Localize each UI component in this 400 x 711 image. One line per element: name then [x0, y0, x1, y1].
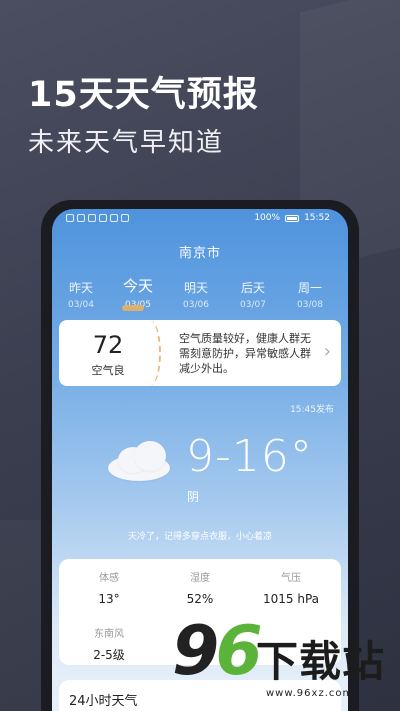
day-tab-after-tomorrow[interactable]: 后天 03/07 [233, 279, 273, 310]
status-bar: 100% 15:52 [52, 213, 348, 229]
city-name[interactable]: 南京市 [52, 242, 348, 261]
chevron-right-icon: › [323, 341, 331, 362]
aqi-description: 空气质量较好，健康人群无需刻意防护，异常敏感人群减少外出。 [179, 332, 311, 375]
publish-time: 15:45发布 [290, 405, 334, 415]
temperature-range: 9-16° [186, 431, 313, 482]
stat-humidity: 湿度 52% [155, 569, 245, 606]
day-name: 昨天 [68, 281, 93, 295]
day-name: 今天 [122, 277, 153, 295]
stat-label: 气压 [281, 573, 301, 584]
stat-label: 东南风 [94, 629, 124, 640]
watermark-text: 下载站 [256, 637, 386, 686]
day-tab-tomorrow[interactable]: 明天 03/06 [176, 279, 216, 310]
cloud-icon [108, 441, 178, 481]
stat-value: 2-5级 [93, 648, 125, 662]
day-date: 03/04 [68, 300, 94, 310]
day-name: 明天 [183, 281, 208, 295]
stat-label: 体感 [99, 573, 119, 584]
stat-feels-like: 体感 13° [64, 569, 154, 606]
battery-icon [285, 214, 300, 222]
day-date: 03/06 [183, 300, 209, 310]
day-tab-monday[interactable]: 周一 03/08 [290, 279, 330, 310]
day-name: 周一 [297, 281, 322, 295]
promo-title: 15天天气预报 [28, 75, 259, 115]
stat-label: 湿度 [190, 573, 210, 584]
air-quality-card[interactable]: 72 空气良 空气质量较好，健康人群无需刻意防护，异常敏感人群减少外出。 › [59, 320, 341, 386]
day-date: 03/07 [240, 300, 266, 310]
watermark-url: www.96xz.com [266, 688, 354, 699]
day-tab-yesterday[interactable]: 昨天 03/04 [61, 279, 101, 310]
status-time: 15:52 [304, 213, 330, 223]
aqi-gauge [139, 320, 161, 386]
stat-value: 13° [98, 592, 120, 606]
day-date: 03/08 [297, 300, 323, 310]
aqi-value: 72 [92, 331, 124, 359]
hourly-title: 24小时天气 [69, 694, 138, 709]
notification-icon [66, 214, 74, 222]
stat-value: 52% [186, 592, 214, 606]
watermark-number: 96 [172, 612, 263, 691]
notification-icon [77, 214, 85, 222]
notification-icon [121, 214, 129, 222]
battery-percent: 100% [254, 213, 281, 223]
notification-icon [110, 214, 118, 222]
watermark-logo: 96 下载站 www.96xz.com [172, 612, 400, 711]
stat-pressure: 气压 1015 hPa [246, 569, 336, 606]
weather-tip: 天冷了，记得多穿点衣服，小心着凉 [127, 532, 272, 542]
day-name: 后天 [240, 281, 265, 295]
notification-icon [88, 214, 96, 222]
notification-icons [66, 214, 129, 222]
stat-wind: 东南风 2-5级 [64, 625, 154, 663]
notification-icon [99, 214, 107, 222]
selected-day-indicator [122, 305, 144, 311]
aqi-label: 空气良 [91, 364, 125, 377]
promo-subtitle: 未来天气早知道 [28, 128, 225, 158]
stat-value: 1015 hPa [262, 592, 319, 606]
weather-condition: 阴 [187, 490, 200, 504]
